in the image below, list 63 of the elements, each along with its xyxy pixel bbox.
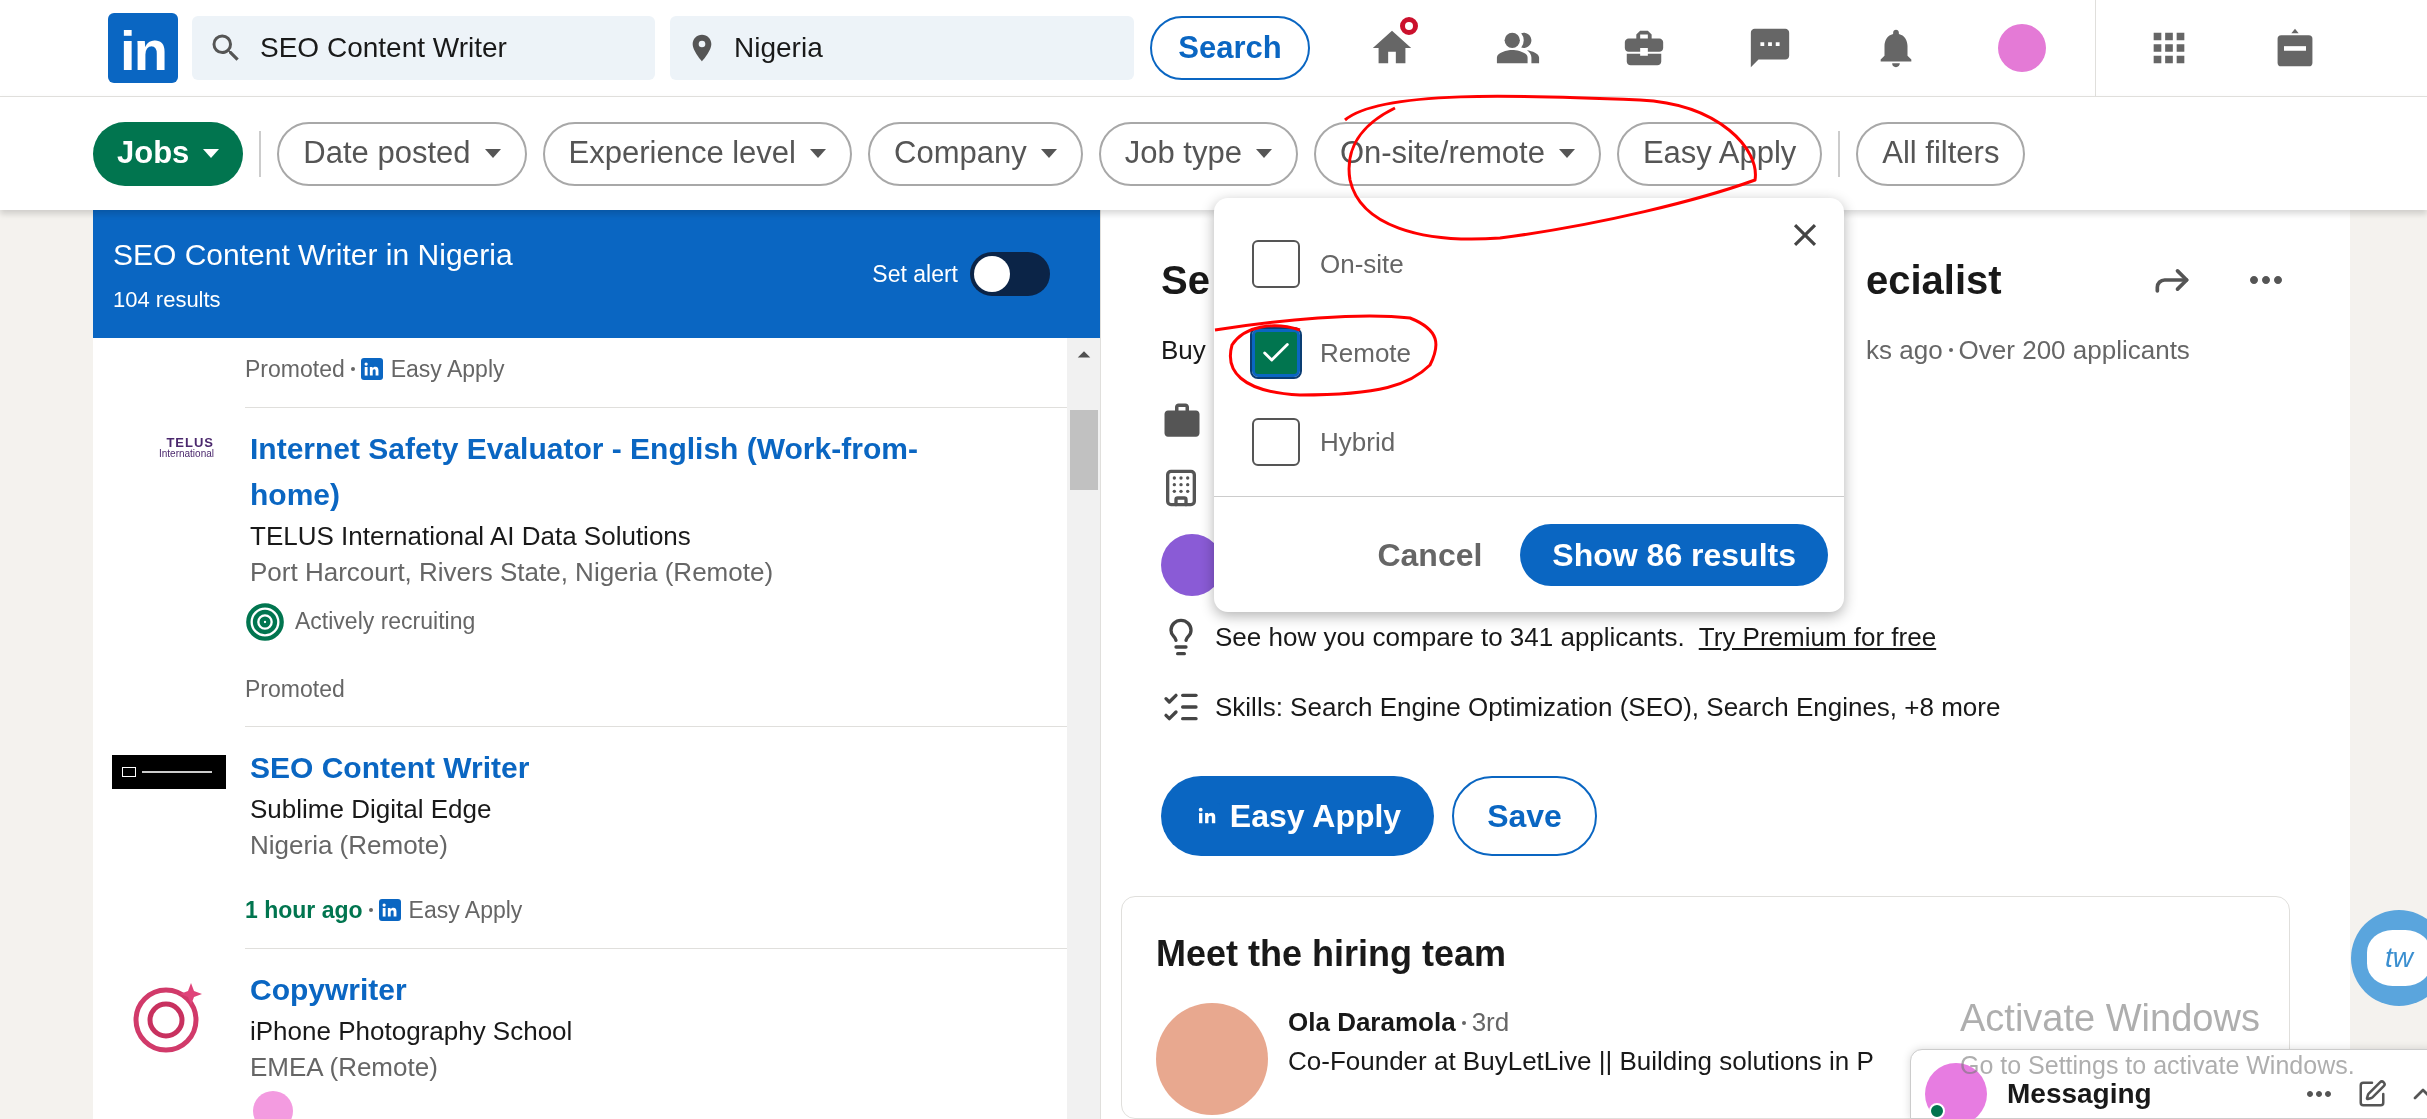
search-field[interactable]: SEO Content Writer <box>192 16 655 80</box>
alert-label: Set alert <box>872 259 958 289</box>
linkedin-icon <box>378 899 401 922</box>
job-title: ecialist <box>1866 257 2002 304</box>
filter-pill[interactable]: Date posted <box>277 121 527 186</box>
scrollbar[interactable] <box>1067 338 1100 1119</box>
avatar-icon[interactable] <box>1998 24 2046 72</box>
job-title-link[interactable]: SEO Content Writer <box>245 745 945 791</box>
search-button[interactable]: Search <box>1150 16 1310 80</box>
posted-time: ks ago <box>1866 333 1943 367</box>
job-title-link[interactable]: Copywriter <box>245 966 945 1013</box>
promoted-label: Promoted <box>245 674 345 704</box>
job-title-link[interactable]: Internet Safety Evaluator - English (Work-from-home) <box>245 425 945 518</box>
linkedin-icon <box>360 358 383 381</box>
card-heading: Meet the hiring team <box>1156 932 1508 976</box>
premium-link[interactable]: Try Premium for free <box>1698 617 1937 657</box>
messaging-label: Messaging <box>2007 1078 2152 1111</box>
cancel-button[interactable]: Cancel <box>1367 524 1493 585</box>
checkbox[interactable] <box>1252 329 1300 377</box>
job-location: EMEA (Remote) <box>249 1050 439 1084</box>
show-results-button[interactable]: Show 86 results <box>1520 523 1828 586</box>
company-name: Sublime Digital Edge <box>249 793 493 826</box>
checkbox[interactable] <box>1252 240 1300 288</box>
filter-pill[interactable]: Experience level <box>542 121 852 186</box>
job-title: Se <box>1161 258 1210 302</box>
applicant-count: Over 200 applicants <box>1958 333 2190 367</box>
results-count: 104 results <box>113 286 222 314</box>
job-insight: Actively recruiting <box>295 607 476 637</box>
option-label: On-site <box>1320 247 1404 281</box>
person-headline: Co-Founder at BuyLetLive || Building solutions in P <box>1288 1045 1874 1078</box>
target-icon <box>245 601 285 642</box>
company-logo-text: International <box>158 448 214 459</box>
alert-toggle[interactable] <box>970 252 1050 296</box>
person-name[interactable]: Ola Daramola <box>1288 1003 1456 1042</box>
company-logo-text: TELUS <box>166 435 214 449</box>
results-title: SEO Content Writer in Nigeria <box>113 237 513 273</box>
activation-notice-text: Go to Settings to activate Windows. <box>1960 1050 2355 1081</box>
job-location: Port Harcourt, Rivers State, Nigeria (Remote) <box>249 555 775 589</box>
filter-pill[interactable]: Company <box>868 121 1083 186</box>
easy-apply-label: Easy Apply <box>408 896 523 925</box>
company-name: iPhone Photography School <box>249 1014 574 1048</box>
promoted-label: Promoted <box>245 355 345 384</box>
insight-text: See how you compare to 341 applicants. <box>1215 620 1685 654</box>
checkbox[interactable] <box>1252 418 1300 466</box>
company-name: TELUS International AI Data Solutions <box>249 519 692 553</box>
filter-pill[interactable]: Jobs <box>93 121 244 186</box>
activation-notice-title: Activate Windows <box>1960 996 2261 1041</box>
easy-apply-label: Easy Apply <box>390 355 505 384</box>
compose-icon[interactable] <box>2357 1079 2387 1109</box>
scrollbar-thumb[interactable] <box>1069 410 1098 490</box>
easy-apply-button[interactable]: Easy Apply <box>1161 776 1434 856</box>
option-label: Remote <box>1320 336 1412 370</box>
filter-pill[interactable]: All filters <box>1856 121 2026 186</box>
filter-pill[interactable]: Job type <box>1098 121 1298 186</box>
job-location: Nigeria (Remote) <box>249 829 449 862</box>
linkedin-logo[interactable]: in <box>108 13 178 83</box>
option-label: Hybrid <box>1320 425 1396 459</box>
connection-degree: 3rd <box>1471 1006 1510 1039</box>
insight-text: Skills: Search Engine Optimization (SEO), Search Engines, +8 more <box>1215 690 2001 724</box>
posted-time: 1 hour ago <box>245 896 363 925</box>
company-name: Buy <box>1161 334 1206 365</box>
location-field[interactable]: Nigeria <box>670 16 1134 80</box>
save-button[interactable]: Save <box>1452 776 1597 856</box>
